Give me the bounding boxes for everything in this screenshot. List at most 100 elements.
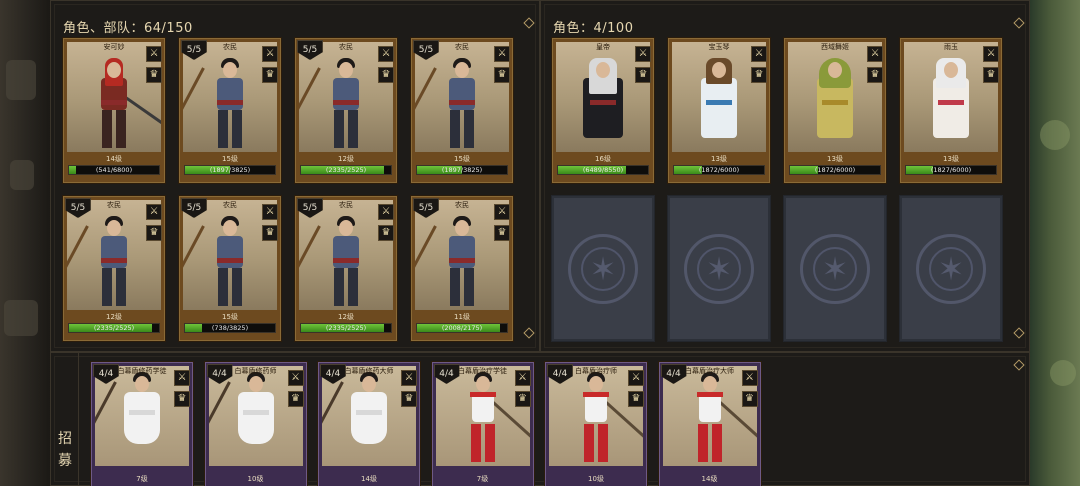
unit-card[interactable]: 农民 5/5 ⚔ ♛ 12级 (2335/2525) <box>62 195 166 342</box>
crown-icon[interactable]: ♛ <box>867 67 883 83</box>
crown-icon[interactable]: ♛ <box>494 67 510 83</box>
crown-icon[interactable]: ♛ <box>146 67 162 83</box>
crown-icon[interactable]: ♛ <box>146 225 162 241</box>
xp-bar: (2335/2525) <box>68 323 160 333</box>
panel-corner-ornament <box>1013 327 1025 339</box>
sword-icon[interactable]: ⚔ <box>751 46 767 62</box>
recruit-divider <box>78 352 79 486</box>
xp-text: (2008/2175) <box>441 324 483 332</box>
recruit-label-char-2: 募 <box>58 453 72 469</box>
crown-icon[interactable]: ♛ <box>174 391 190 407</box>
character-portrait <box>415 214 484 310</box>
crown-icon[interactable]: ♛ <box>287 391 304 407</box>
sword-icon[interactable]: ⚔ <box>146 46 162 62</box>
recruit-card[interactable]: 白幕盾修药学徒 4/4 ⚔ ♛ 7级 <box>90 361 194 486</box>
empty-slot-emblem-icon <box>684 233 754 304</box>
empty-slot[interactable] <box>783 195 887 342</box>
sword-icon[interactable]: ⚔ <box>401 370 417 386</box>
sword-icon[interactable]: ⚔ <box>378 46 394 62</box>
unit-card[interactable]: 雨玉 ⚔ ♛ 13级 (1827/6000) <box>899 37 1003 184</box>
sword-icon[interactable]: ⚔ <box>635 46 651 62</box>
card-level: 7级 <box>136 475 148 483</box>
crown-icon[interactable]: ♛ <box>401 391 417 407</box>
character-portrait <box>92 56 161 152</box>
panel-corner-ornament <box>523 327 535 339</box>
crown-icon[interactable]: ♛ <box>741 391 758 407</box>
recruit-card[interactable]: 白幕盾治疗学徒 4/4 ⚔ ♛ 7级 <box>430 361 535 486</box>
empty-slot[interactable] <box>667 195 771 342</box>
unit-card[interactable]: 农民 5/5 ⚔ ♛ 15级 (1897/3825) <box>178 37 282 184</box>
unit-card[interactable]: 西域舞姬 ⚔ ♛ 13级 (1872/6000) <box>783 37 887 184</box>
crown-icon[interactable]: ♛ <box>262 225 278 241</box>
xp-bar: (541/6800) <box>68 165 160 175</box>
sword-icon[interactable]: ⚔ <box>867 46 883 62</box>
crown-icon[interactable]: ♛ <box>378 67 394 83</box>
unit-card[interactable]: 农民 5/5 ⚔ ♛ 12级 (2335/2525) <box>294 37 398 184</box>
empty-slot-emblem-icon <box>800 233 870 304</box>
sword-icon[interactable]: ⚔ <box>514 370 531 386</box>
xp-bar: (1827/6000) <box>905 165 997 175</box>
card-level: 10级 <box>247 475 264 483</box>
crown-icon[interactable]: ♛ <box>378 225 394 241</box>
character-portrait <box>688 370 757 466</box>
xp-text: (1897/3825) <box>441 166 483 174</box>
card-level: 14级 <box>106 155 122 163</box>
unit-card[interactable]: 农民 5/5 ⚔ ♛ 15级 (738/3825) <box>178 195 282 342</box>
sword-icon[interactable]: ⚔ <box>494 204 510 220</box>
card-level: 15级 <box>454 155 470 163</box>
character-portrait <box>208 370 278 466</box>
card-level: 16级 <box>595 155 611 163</box>
crown-icon[interactable]: ♛ <box>514 391 531 407</box>
xp-text: (1872/6000) <box>814 166 856 174</box>
recruit-card[interactable]: 白幕盾修药师 4/4 ⚔ ♛ 10级 <box>203 361 308 486</box>
recruit-card[interactable]: 白幕盾治疗师 4/4 ⚔ ♛ 10级 <box>544 361 648 486</box>
sword-icon[interactable]: ⚔ <box>494 46 510 62</box>
unit-card[interactable]: 农民 5/5 ⚔ ♛ 15级 (1897/3825) <box>410 37 514 184</box>
xp-text: (738/3825) <box>211 324 249 332</box>
character-portrait <box>299 214 368 310</box>
xp-bar: (1897/3825) <box>416 165 508 175</box>
unit-card[interactable]: 皇帝 ⚔ ♛ 16级 (6489/8550) <box>551 37 655 184</box>
card-level: 12级 <box>338 313 354 321</box>
xp-bar: (1897/3825) <box>184 165 276 175</box>
xp-bar: (1872/6000) <box>789 165 881 175</box>
sword-icon[interactable]: ⚔ <box>741 370 758 386</box>
unit-card[interactable]: 宝玉琴 ⚔ ♛ 13级 (1872/6000) <box>667 37 771 184</box>
crown-icon[interactable]: ♛ <box>635 67 651 83</box>
card-level: 13级 <box>943 155 959 163</box>
card-level: 15级 <box>222 155 238 163</box>
unit-card[interactable]: 安可妙 ⚔ ♛ 14级 (541/6800) <box>62 37 166 184</box>
sword-icon[interactable]: ⚔ <box>378 204 394 220</box>
unit-card[interactable]: 农民 5/5 ⚔ ♛ 11级 (2008/2175) <box>410 195 514 342</box>
character-portrait <box>697 56 741 152</box>
crown-icon[interactable]: ♛ <box>628 391 644 407</box>
crown-icon[interactable]: ♛ <box>751 67 767 83</box>
characters-panel-title: 角色：4/100 <box>553 21 634 36</box>
character-portrait <box>183 214 252 310</box>
unit-card[interactable]: 农民 5/5 ⚔ ♛ 12级 (2335/2525) <box>294 195 398 342</box>
crown-icon[interactable]: ♛ <box>983 67 999 83</box>
sword-icon[interactable]: ⚔ <box>262 204 278 220</box>
sword-icon[interactable]: ⚔ <box>628 370 644 386</box>
background-right-edge <box>1030 0 1080 486</box>
sword-icon[interactable]: ⚔ <box>287 370 304 386</box>
card-level: 13级 <box>827 155 843 163</box>
crown-icon[interactable]: ♛ <box>494 225 510 241</box>
sword-icon[interactable]: ⚔ <box>983 46 999 62</box>
empty-slot-emblem-icon <box>916 233 986 304</box>
xp-bar: (2335/2525) <box>300 165 392 175</box>
card-level: 14级 <box>361 475 377 483</box>
crown-icon[interactable]: ♛ <box>262 67 278 83</box>
empty-slot[interactable] <box>899 195 1003 342</box>
empty-slot[interactable] <box>551 195 655 342</box>
sword-icon[interactable]: ⚔ <box>262 46 278 62</box>
card-level: 13级 <box>711 155 727 163</box>
background-left-edge <box>0 0 50 486</box>
character-portrait <box>67 214 136 310</box>
recruit-card[interactable]: 白幕盾修药大师 4/4 ⚔ ♛ 14级 <box>317 361 421 486</box>
sword-icon[interactable]: ⚔ <box>174 370 190 386</box>
recruit-card[interactable]: 白幕盾治疗大师 4/4 ⚔ ♛ 14级 <box>657 361 762 486</box>
recruit-label: 招 募 <box>58 428 72 472</box>
sword-icon[interactable]: ⚔ <box>146 204 162 220</box>
character-portrait <box>183 56 252 152</box>
